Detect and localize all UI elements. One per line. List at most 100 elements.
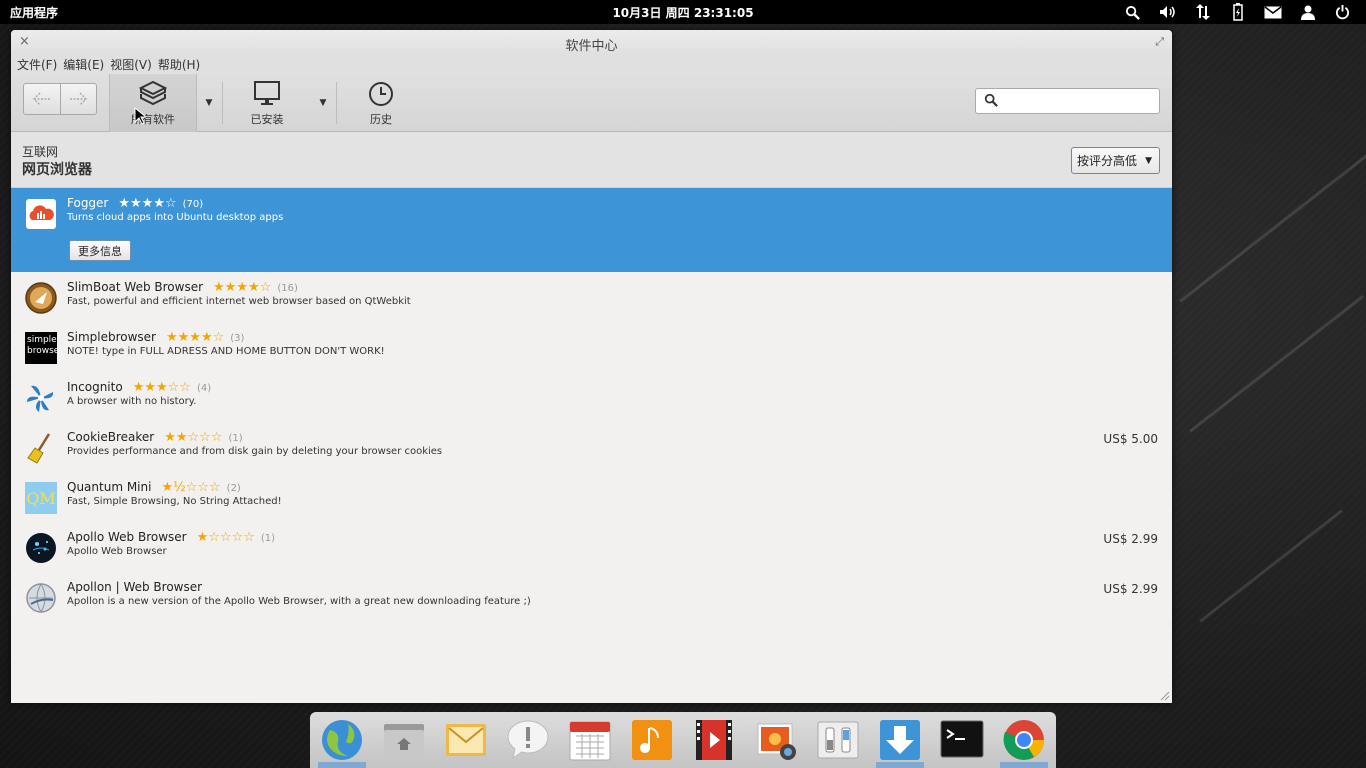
dock-terminal[interactable] (938, 716, 986, 764)
back-button[interactable] (24, 84, 61, 114)
background-stripe (1199, 509, 1343, 623)
files-icon (384, 724, 424, 758)
app-description: NOTE! type in FULL ADRESS AND HOME BUTTO… (67, 346, 385, 357)
tab-history[interactable]: 历史 (337, 74, 425, 132)
broom-icon (25, 432, 57, 464)
dock-notes[interactable] (504, 716, 552, 764)
app-description: Provides performance and from disk gain … (67, 446, 443, 457)
dock-browser[interactable] (318, 716, 366, 768)
applications-menu[interactable]: 应用程序 (10, 4, 58, 21)
calendar-icon (569, 721, 611, 761)
category-title: 网页浏览器 (22, 162, 92, 178)
search-box[interactable] (975, 88, 1160, 114)
app-name: SlimBoat Web Browser (67, 280, 204, 294)
menu-view[interactable]: 视图(V) (107, 54, 155, 74)
app-description: Apollon is a new version of the Apollo W… (67, 596, 531, 607)
user-icon[interactable] (1290, 0, 1325, 24)
power-icon[interactable] (1325, 0, 1360, 24)
dock-photos[interactable] (752, 716, 800, 764)
mail-icon (446, 724, 486, 756)
notes-icon (507, 720, 549, 760)
list-item[interactable]: simple browse Simplebrowser ★★★★☆ (3) NOTE… (11, 322, 1172, 372)
browser-icon (322, 720, 362, 760)
list-item[interactable]: QM Quantum Mini ★½☆☆☆ (2) Fast, Simple Bro… (11, 472, 1172, 522)
app-name: Fogger (67, 196, 109, 210)
app-name: Apollon | Web Browser (67, 580, 203, 594)
search-icon (984, 93, 998, 107)
window-title: 软件中心 (565, 39, 618, 54)
list-item[interactable]: Incognito ★★★☆☆ (4) A browser with no hist… (11, 372, 1172, 422)
background-stripe (1189, 294, 1365, 433)
resize-grip-icon[interactable] (1160, 691, 1170, 701)
list-item[interactable]: Apollo Web Browser ★☆☆☆☆ (1) Apollo Web Br… (11, 522, 1172, 572)
toolbar: 所有软件 ▼ 已安装 ▼ 历史 (11, 74, 1172, 132)
rating-stars: ★★★☆☆ (132, 380, 191, 395)
breadcrumb[interactable]: 互联网 (22, 143, 58, 160)
dock-music[interactable] (628, 716, 676, 764)
list-item[interactable]: CookieBreaker ★★☆☆☆ (1) Provides performan… (11, 422, 1172, 472)
app-name: Apollo Web Browser (67, 530, 187, 544)
sort-label: 按评分高低 (1077, 154, 1138, 168)
slimboat-icon (25, 282, 57, 314)
rating-count: (70) (182, 199, 204, 210)
more-info-button[interactable]: 更多信息 (69, 240, 131, 261)
list-item[interactable]: Fogger ★★★★☆ (70) Turns cloud apps into Ub… (11, 188, 1172, 272)
dock-files[interactable] (380, 716, 428, 764)
fogger-icon (25, 198, 57, 230)
menu-help[interactable]: 帮助(H) (155, 54, 203, 74)
app-name: CookieBreaker (67, 430, 155, 444)
top-panel: 应用程序 10月3日 周四 23:31:05 (0, 0, 1366, 24)
rating-count: (16) (277, 283, 298, 294)
rating-count: (4) (196, 383, 212, 394)
mail-icon[interactable] (1255, 0, 1290, 24)
tab-all-software[interactable]: 所有软件 (109, 74, 197, 132)
menu-edit[interactable]: 编辑(E) (60, 54, 107, 74)
dock-chrome[interactable] (1000, 716, 1048, 768)
rating-stars: ★★★★☆ (118, 196, 177, 211)
sort-dropdown[interactable]: 按评分高低 ▼ (1071, 147, 1160, 174)
photos-icon (757, 723, 796, 760)
terminal-icon (940, 720, 984, 758)
rating-count: (1) (260, 533, 276, 544)
dock-video[interactable] (690, 716, 738, 764)
tab-installed-label: 已安装 (250, 112, 284, 126)
app-name: Quantum Mini (67, 480, 152, 494)
battery-icon[interactable] (1220, 0, 1255, 24)
network-icon[interactable] (1185, 0, 1220, 24)
app-description: Fast, powerful and efficient internet we… (67, 296, 411, 307)
rating-stars: ★½☆☆☆ (161, 480, 221, 495)
navigation-buttons (23, 83, 97, 115)
category-header: 互联网 网页浏览器 按评分高低 ▼ (11, 132, 1172, 188)
app-description: Turns cloud apps into Ubuntu desktop app… (67, 212, 284, 223)
dock (310, 712, 1056, 768)
app-price: US$ 2.99 (1103, 532, 1158, 546)
apollon-icon (25, 582, 57, 614)
menu-file[interactable]: 文件(F) (14, 54, 60, 74)
tab-all-software-label: 所有软件 (131, 112, 175, 126)
dock-settings[interactable] (814, 716, 862, 764)
title-bar[interactable]: × 软件中心 ⤢ (11, 30, 1172, 54)
volume-icon[interactable] (1150, 0, 1185, 24)
app-description: Apollo Web Browser (67, 546, 167, 557)
software-center-window: × 软件中心 ⤢ 文件(F) 编辑(E) 视图(V) 帮助(H) 所有软件 ▼ … (11, 30, 1172, 703)
list-item[interactable]: SlimBoat Web Browser ★★★★☆ (16) Fast, powe… (11, 272, 1172, 322)
app-list: Fogger ★★★★☆ (70) Turns cloud apps into Ub… (11, 188, 1172, 622)
installed-dropdown[interactable]: ▼ (311, 74, 335, 132)
package-icon (138, 80, 168, 105)
dock-mail[interactable] (442, 716, 490, 764)
search-icon[interactable] (1115, 0, 1150, 24)
rating-count: (1) (228, 433, 243, 444)
dock-software-center[interactable] (876, 716, 924, 768)
all-software-dropdown[interactable]: ▼ (197, 74, 221, 132)
app-price: US$ 2.99 (1103, 582, 1158, 596)
rating-stars: ★★★★☆ (166, 330, 225, 345)
forward-button[interactable] (61, 84, 97, 114)
dock-calendar[interactable] (566, 716, 614, 764)
app-name: Simplebrowser (67, 330, 156, 344)
rating-stars: ★★☆☆☆ (164, 430, 223, 445)
maximize-icon[interactable]: ⤢ (1155, 35, 1164, 49)
tab-installed[interactable]: 已安装 (223, 74, 311, 132)
list-item[interactable]: Apollon | Web Browser Apollon is a new v… (11, 572, 1172, 622)
incognito-icon (25, 382, 57, 414)
indicator-area (1115, 0, 1360, 24)
